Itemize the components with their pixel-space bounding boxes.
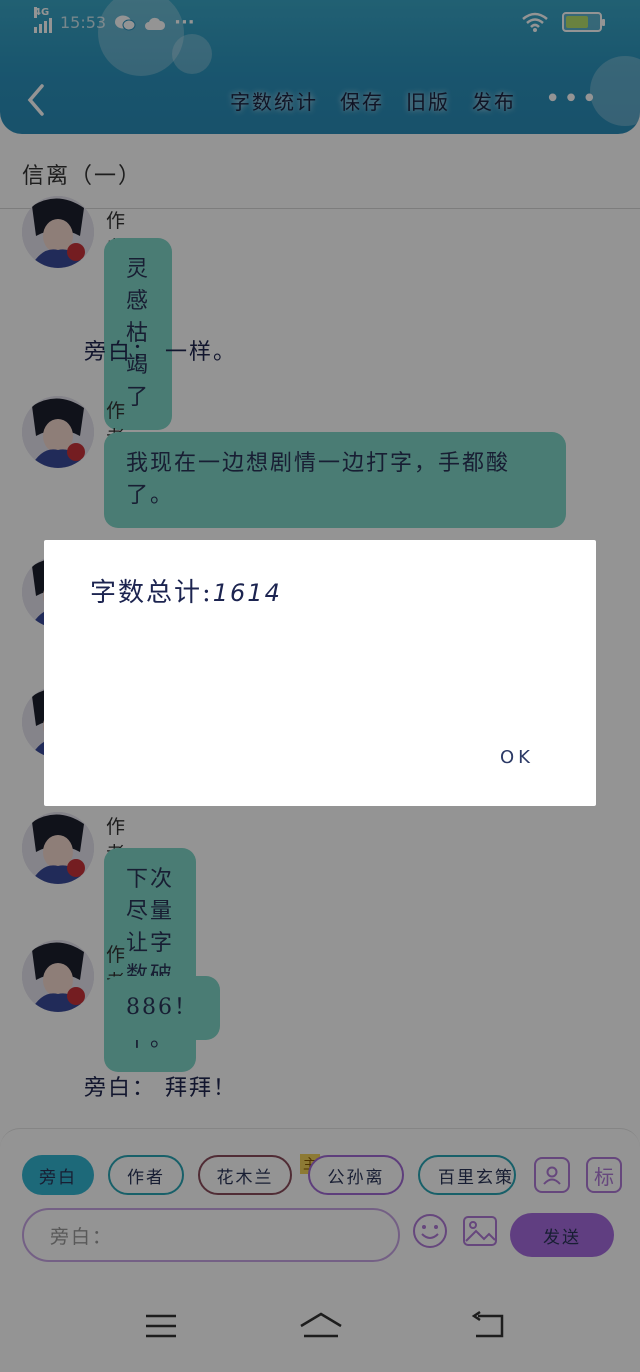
dialog-label: 字数总计: [90,578,213,608]
ok-button[interactable]: OK [500,747,534,768]
word-count-value: 1614 [212,579,282,607]
dialog-title: 字数总计:1614 [90,572,282,609]
word-count-dialog: 字数总计:1614 OK [44,540,596,806]
